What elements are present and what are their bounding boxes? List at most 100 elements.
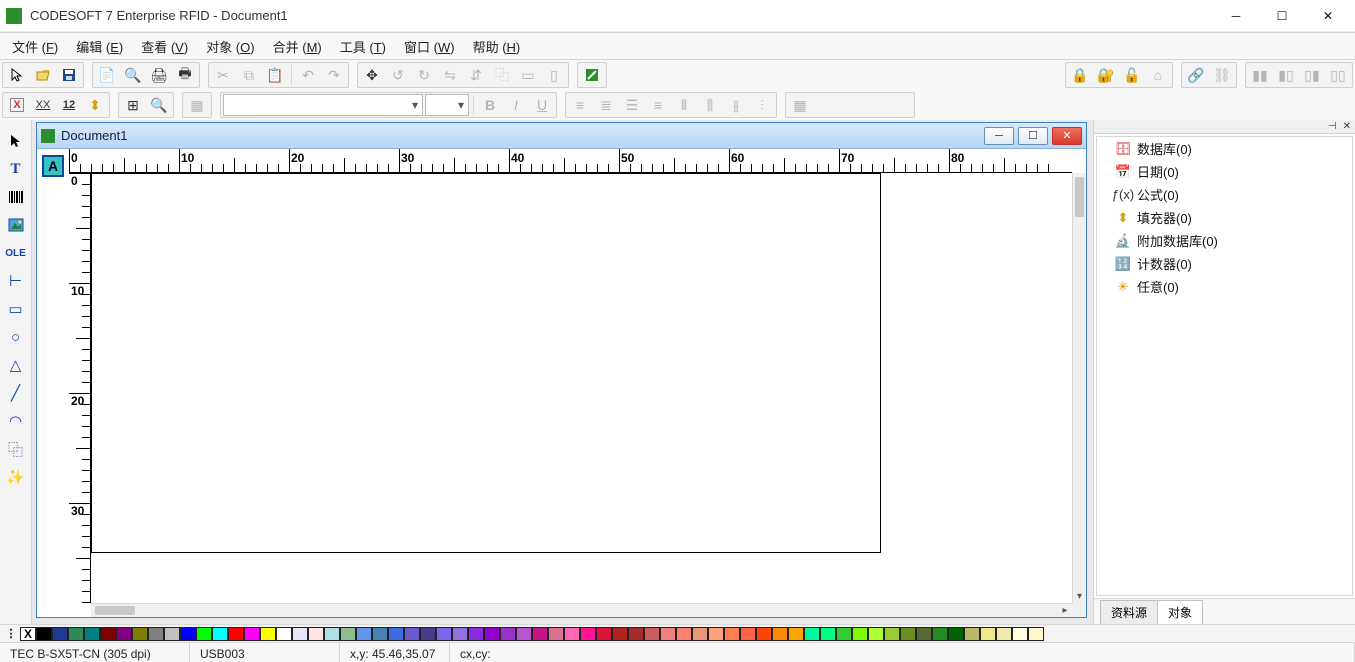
clone-button[interactable]: ⿻ xyxy=(490,64,514,86)
color-swatch[interactable] xyxy=(916,627,932,641)
stack-tool[interactable]: ⿻ xyxy=(4,438,28,460)
copy-button[interactable]: ⧉ xyxy=(237,64,261,86)
color-swatch[interactable] xyxy=(308,627,324,641)
color-swatch[interactable] xyxy=(84,627,100,641)
datasource-item[interactable]: 🔢计数器(0) xyxy=(1097,252,1352,275)
quick-print-button[interactable]: 🖶 xyxy=(173,64,197,86)
barcode-a-button[interactable]: ▮▮ xyxy=(1248,64,1272,86)
cursor-button[interactable] xyxy=(5,64,29,86)
color-swatch[interactable] xyxy=(244,627,260,641)
datasource-item[interactable]: ƒ(x)公式(0) xyxy=(1097,183,1352,206)
color-swatch[interactable] xyxy=(1012,627,1028,641)
unlock-button[interactable]: 🔓 xyxy=(1120,64,1144,86)
scrollbar-thumb[interactable] xyxy=(1075,177,1084,217)
datasource-tree[interactable]: 🗄数据库(0)📅日期(0)ƒ(x)公式(0)⬍填充器(0)🔬附加数据库(0)🔢计… xyxy=(1096,136,1353,596)
color-swatch[interactable] xyxy=(148,627,164,641)
color-swatch[interactable] xyxy=(708,627,724,641)
datasource-item[interactable]: ⬍填充器(0) xyxy=(1097,206,1352,229)
vertical-scrollbar[interactable]: ▴ ▾ xyxy=(1072,173,1086,603)
color-swatch[interactable] xyxy=(292,627,308,641)
color-bar-handle[interactable]: ⋮ xyxy=(4,627,18,640)
tab-datasource[interactable]: 资料源 xyxy=(1100,600,1158,624)
color-swatch[interactable] xyxy=(660,627,676,641)
color-swatch[interactable] xyxy=(756,627,772,641)
barcode-b-button[interactable]: ▮▯ xyxy=(1274,64,1298,86)
datasource-item[interactable]: 📅日期(0) xyxy=(1097,160,1352,183)
menu-m[interactable]: 合并 (M) xyxy=(265,34,330,59)
print-preview-button[interactable]: 🔍 xyxy=(121,64,145,86)
window-close-button[interactable]: ✕ xyxy=(1305,1,1351,31)
rotate-left-button[interactable]: ↺ xyxy=(386,64,410,86)
color-swatch[interactable] xyxy=(580,627,596,641)
color-none-swatch[interactable]: X xyxy=(20,627,36,641)
barcode-c-button[interactable]: ▯▮ xyxy=(1300,64,1324,86)
color-swatch[interactable] xyxy=(36,627,52,641)
ungroup-button[interactable]: ▯ xyxy=(542,64,566,86)
font-size-combo[interactable]: ▾ xyxy=(425,94,469,116)
align-center-button[interactable]: ☰ xyxy=(620,94,644,116)
lockall-button[interactable]: 🔐 xyxy=(1094,64,1118,86)
color-swatch[interactable] xyxy=(116,627,132,641)
canvas-area[interactable] xyxy=(91,173,1072,603)
lock-button[interactable]: 🔒 xyxy=(1068,64,1092,86)
document-minimize-button[interactable]: ─ xyxy=(984,127,1014,145)
group-button[interactable]: ▭ xyxy=(516,64,540,86)
align-c-button[interactable]: ⫼ xyxy=(698,94,722,116)
anchor-tool[interactable]: ⊢ xyxy=(4,270,28,292)
color-swatch[interactable] xyxy=(564,627,580,641)
color-swatch[interactable] xyxy=(132,627,148,641)
color-swatch[interactable] xyxy=(452,627,468,641)
horizontal-ruler[interactable]: 01020304050607080 xyxy=(69,149,1072,173)
misc-button[interactable]: ▦ xyxy=(788,94,812,116)
align-b-button[interactable]: ⫴ xyxy=(672,94,696,116)
document-maximize-button[interactable]: ☐ xyxy=(1018,127,1048,145)
format-a-button[interactable]: X xyxy=(5,94,29,116)
triangle-tool[interactable]: △ xyxy=(4,354,28,376)
color-swatch[interactable] xyxy=(324,627,340,641)
vertical-ruler[interactable]: 0102030 xyxy=(69,173,91,603)
move-button[interactable]: ✥ xyxy=(360,64,384,86)
document-titlebar[interactable]: Document1 ─ ☐ ✕ xyxy=(37,123,1086,149)
rect-tool[interactable]: ▭ xyxy=(4,298,28,320)
color-swatch[interactable] xyxy=(68,627,84,641)
align-left-button[interactable]: ≣ xyxy=(594,94,618,116)
font-combo[interactable]: ▾ xyxy=(223,94,423,116)
scrollbar-thumb[interactable] xyxy=(95,606,135,615)
home-button[interactable]: ⌂ xyxy=(1146,64,1170,86)
rotate-right-button[interactable]: ↻ xyxy=(412,64,436,86)
zoom-button[interactable]: 🔍 xyxy=(147,94,171,116)
label-page[interactable] xyxy=(91,173,881,553)
circle-tool[interactable]: ○ xyxy=(4,326,28,348)
color-swatch[interactable] xyxy=(276,627,292,641)
color-swatch[interactable] xyxy=(772,627,788,641)
color-swatch[interactable] xyxy=(996,627,1012,641)
color-swatch[interactable] xyxy=(532,627,548,641)
line-tool[interactable]: ╱ xyxy=(4,382,28,404)
color-swatch[interactable] xyxy=(516,627,532,641)
color-swatch[interactable] xyxy=(820,627,836,641)
color-swatch[interactable] xyxy=(868,627,884,641)
color-swatch[interactable] xyxy=(180,627,196,641)
a-box-icon[interactable]: A xyxy=(42,155,64,177)
color-swatch[interactable] xyxy=(436,627,452,641)
horizontal-scrollbar[interactable]: ◂ ▸ xyxy=(91,603,1072,617)
color-swatch[interactable] xyxy=(596,627,612,641)
color-swatch[interactable] xyxy=(52,627,68,641)
underline-button[interactable]: U xyxy=(530,94,554,116)
italic-button[interactable]: I xyxy=(504,94,528,116)
bold-button[interactable]: B xyxy=(478,94,502,116)
barcode-tool[interactable] xyxy=(4,186,28,208)
document-close-button[interactable]: ✕ xyxy=(1052,127,1082,145)
menu-o[interactable]: 对象 (O) xyxy=(198,34,262,59)
flip-button[interactable]: ⇋ xyxy=(438,64,462,86)
scroll-right-icon[interactable]: ▸ xyxy=(1058,604,1072,617)
grid-button[interactable]: ▦ xyxy=(185,94,209,116)
color-swatch[interactable] xyxy=(468,627,484,641)
color-swatch[interactable] xyxy=(420,627,436,641)
barcode-d-button[interactable]: ▯▯ xyxy=(1326,64,1350,86)
color-swatch[interactable] xyxy=(852,627,868,641)
align-d-button[interactable]: ⫵ xyxy=(724,94,748,116)
paste-button[interactable]: 📋 xyxy=(263,64,287,86)
format-b-button[interactable]: XX xyxy=(31,94,55,116)
unlink-button[interactable]: ⛓ xyxy=(1210,64,1234,86)
